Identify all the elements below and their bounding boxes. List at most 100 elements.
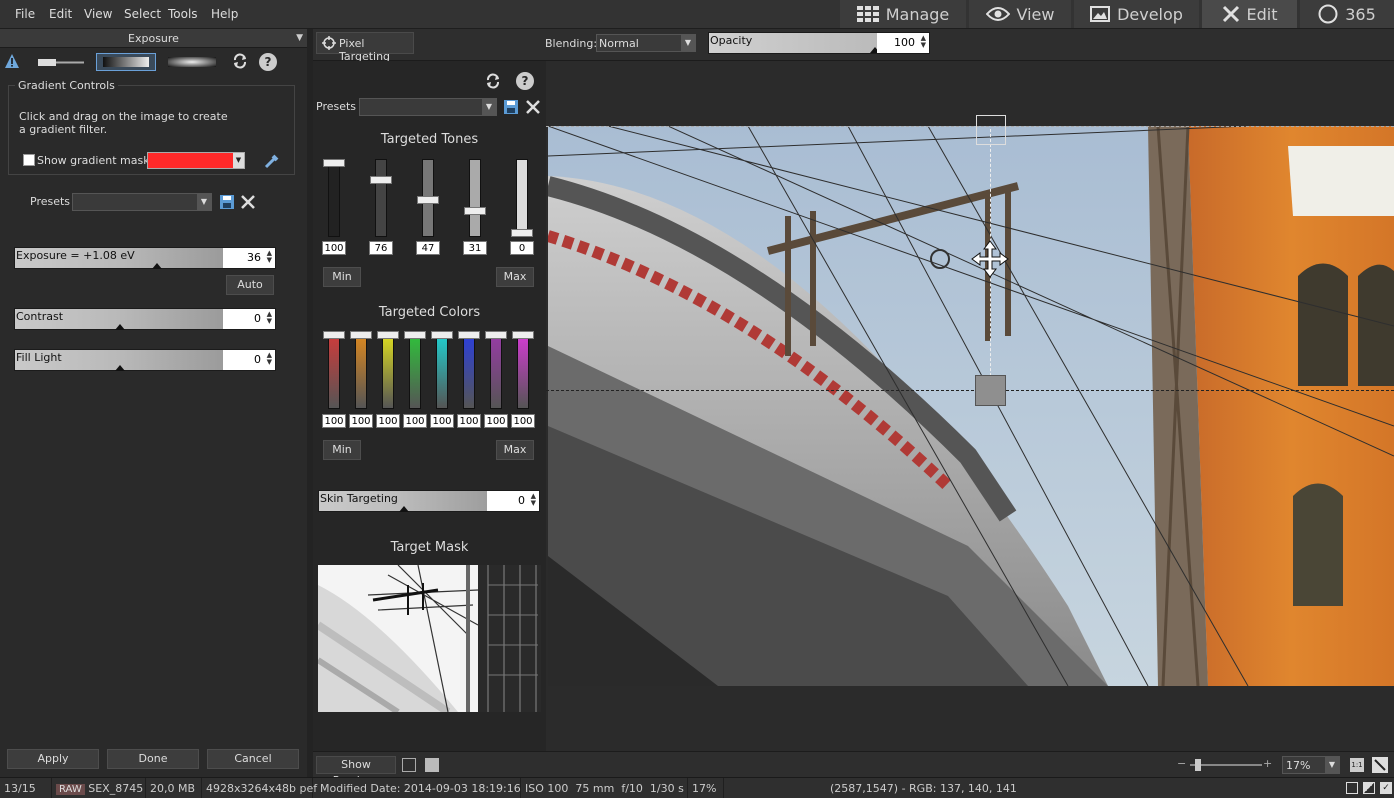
slider-thumb[interactable] bbox=[1195, 759, 1201, 771]
mask-color-picker[interactable]: ▼ bbox=[147, 152, 245, 169]
color-value[interactable]: 100 bbox=[457, 414, 481, 428]
linear-gradient-tool-button[interactable] bbox=[96, 53, 156, 71]
menu-help[interactable]: Help bbox=[211, 7, 238, 21]
checkmark-icon[interactable]: ✓ bbox=[1380, 782, 1392, 794]
color-slider[interactable] bbox=[431, 331, 453, 411]
menu-select[interactable]: Select bbox=[124, 7, 161, 21]
mode-tab-develop[interactable]: Develop bbox=[1074, 0, 1199, 28]
mode-tab-manage[interactable]: Manage bbox=[840, 0, 966, 28]
zoom-dropdown[interactable]: 17% ▼ bbox=[1282, 756, 1340, 774]
delete-preset-icon[interactable] bbox=[240, 194, 256, 210]
histogram-icon[interactable] bbox=[425, 758, 439, 772]
tone-value[interactable]: 47 bbox=[416, 241, 440, 255]
radial-gradient-tool-button[interactable] bbox=[166, 53, 220, 71]
cancel-button[interactable]: Cancel bbox=[207, 749, 299, 769]
save-preset-icon[interactable] bbox=[503, 99, 519, 115]
color-handle[interactable] bbox=[350, 331, 372, 339]
presets-dropdown[interactable]: ▼ bbox=[72, 193, 212, 211]
fill-light-slider[interactable]: Fill Light 0 ▲ ▼ bbox=[14, 349, 276, 371]
menu-file[interactable]: File bbox=[15, 7, 35, 21]
color-slider[interactable] bbox=[377, 331, 399, 411]
gradient-end-line[interactable] bbox=[546, 390, 1394, 391]
color-handle[interactable] bbox=[431, 331, 453, 339]
tone-slider[interactable] bbox=[370, 159, 392, 239]
spinner-icon[interactable]: ▲ ▼ bbox=[267, 250, 272, 264]
tone-slider[interactable] bbox=[464, 159, 486, 239]
chevron-down-icon[interactable]: ▼ bbox=[296, 29, 303, 48]
spinner-icon[interactable]: ▲ ▼ bbox=[531, 493, 536, 507]
tone-handle[interactable] bbox=[464, 207, 486, 216]
tone-value[interactable]: 100 bbox=[322, 241, 346, 255]
image-canvas[interactable] bbox=[546, 61, 1394, 751]
slider-thumb[interactable] bbox=[115, 365, 125, 371]
zoom-in-icon[interactable]: + bbox=[1263, 757, 1272, 770]
color-handle[interactable] bbox=[512, 331, 534, 339]
color-value[interactable]: 100 bbox=[403, 414, 427, 428]
delete-preset-icon[interactable] bbox=[525, 99, 541, 115]
view-single-icon[interactable] bbox=[1346, 782, 1358, 794]
reset-icon[interactable] bbox=[485, 73, 501, 89]
spinner-icon[interactable]: ▲ ▼ bbox=[267, 352, 272, 366]
tone-value[interactable]: 76 bbox=[369, 241, 393, 255]
presets-dropdown[interactable]: ▼ bbox=[359, 98, 497, 116]
color-value[interactable]: 100 bbox=[430, 414, 454, 428]
tone-handle[interactable] bbox=[511, 229, 533, 237]
menu-tools[interactable]: Tools bbox=[168, 7, 198, 21]
auto-button[interactable]: Auto bbox=[226, 275, 274, 295]
tone-handle[interactable] bbox=[323, 159, 345, 167]
mode-tab-edit[interactable]: Edit bbox=[1202, 0, 1297, 28]
help-icon[interactable]: ? bbox=[516, 72, 534, 90]
color-handle[interactable] bbox=[323, 331, 345, 339]
tone-value[interactable]: 31 bbox=[463, 241, 487, 255]
gradient-end-handle[interactable] bbox=[975, 375, 1006, 406]
blending-dropdown[interactable]: Normal ▼ bbox=[596, 34, 696, 52]
opacity-slider[interactable]: Opacity 100 ▲ ▼ bbox=[708, 32, 930, 54]
skin-targeting-slider[interactable]: Skin Targeting 0 ▲ ▼ bbox=[318, 490, 540, 512]
color-handle[interactable] bbox=[458, 331, 480, 339]
color-slider[interactable] bbox=[485, 331, 507, 411]
show-mask-checkbox[interactable] bbox=[23, 154, 35, 166]
color-value[interactable]: 100 bbox=[511, 414, 535, 428]
tone-value[interactable]: 0 bbox=[510, 241, 534, 255]
color-slider[interactable] bbox=[404, 331, 426, 411]
color-slider[interactable] bbox=[323, 331, 345, 411]
color-value[interactable]: 100 bbox=[484, 414, 508, 428]
gradient-start-line[interactable] bbox=[546, 126, 1394, 127]
color-handle[interactable] bbox=[485, 331, 507, 339]
exposure-slider[interactable]: Exposure = +1.08 eV 36 ▲ ▼ bbox=[14, 247, 276, 269]
color-handle[interactable] bbox=[404, 331, 426, 339]
warning-icon[interactable] bbox=[4, 53, 22, 71]
menu-edit[interactable]: Edit bbox=[49, 7, 72, 21]
view-compare-icon[interactable] bbox=[1363, 782, 1375, 794]
brush-tool-icon[interactable] bbox=[36, 55, 86, 69]
zoom-out-icon[interactable]: − bbox=[1177, 757, 1186, 770]
tones-min-button[interactable]: Min bbox=[323, 267, 361, 287]
done-button[interactable]: Done bbox=[107, 749, 199, 769]
color-value[interactable]: 100 bbox=[376, 414, 400, 428]
pixel-targeting-button[interactable]: Pixel Targeting bbox=[316, 32, 414, 63]
slider-thumb[interactable] bbox=[115, 324, 125, 330]
colors-min-button[interactable]: Min bbox=[323, 440, 361, 460]
colors-max-button[interactable]: Max bbox=[496, 440, 534, 460]
color-slider[interactable] bbox=[350, 331, 372, 411]
color-slider[interactable] bbox=[458, 331, 480, 411]
mode-tab-365[interactable]: 365 bbox=[1300, 0, 1394, 28]
eyedropper-icon[interactable] bbox=[263, 152, 281, 170]
reset-icon[interactable] bbox=[232, 53, 250, 71]
tone-slider[interactable] bbox=[323, 159, 345, 239]
show-previous-button[interactable]: Show Previous bbox=[316, 756, 396, 787]
color-value[interactable]: 100 bbox=[322, 414, 346, 428]
tone-handle[interactable] bbox=[417, 196, 439, 205]
color-value[interactable]: 100 bbox=[349, 414, 373, 428]
gradient-rotate-handle[interactable] bbox=[930, 249, 950, 269]
slider-thumb[interactable] bbox=[152, 263, 162, 269]
zoom-slider[interactable] bbox=[1190, 759, 1262, 771]
tone-slider[interactable] bbox=[511, 159, 533, 239]
save-preset-icon[interactable] bbox=[219, 194, 235, 210]
tones-max-button[interactable]: Max bbox=[496, 267, 534, 287]
fit-screen-icon[interactable] bbox=[402, 758, 416, 772]
spinner-icon[interactable]: ▲ ▼ bbox=[267, 311, 272, 325]
tone-handle[interactable] bbox=[370, 175, 392, 184]
fullscreen-icon[interactable] bbox=[1372, 757, 1388, 773]
color-handle[interactable] bbox=[377, 331, 399, 339]
